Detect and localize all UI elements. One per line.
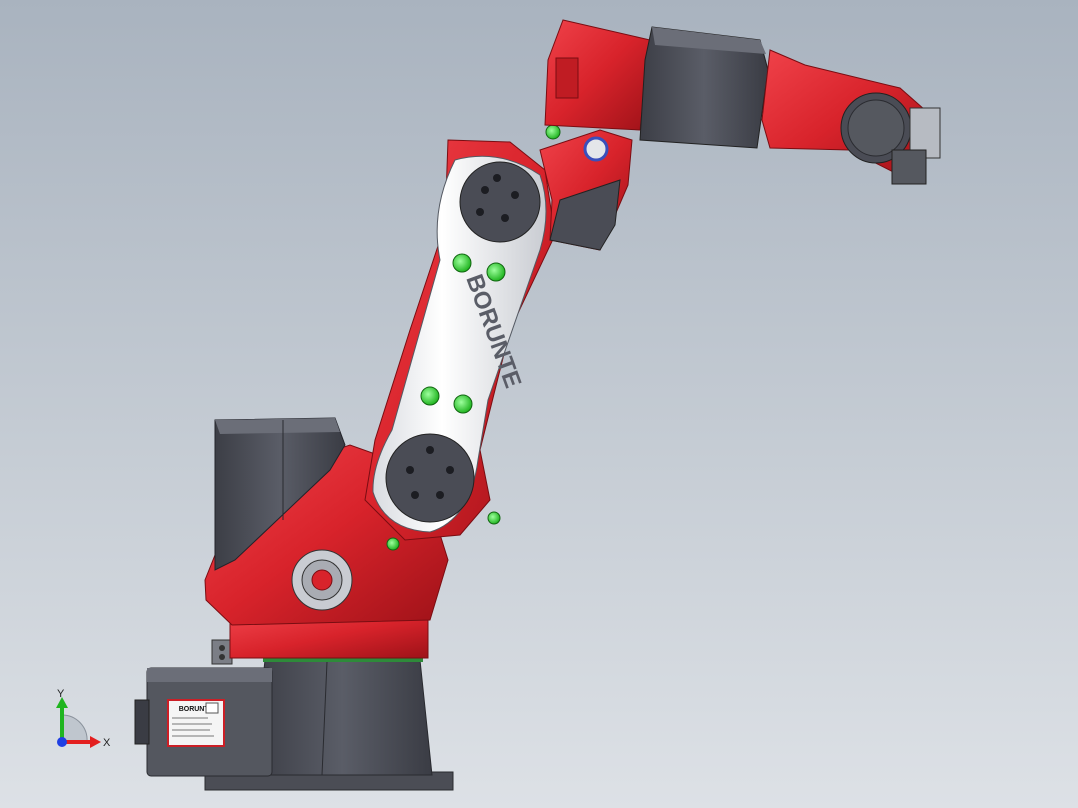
z-axis-dot (57, 737, 67, 747)
robot-upper-arm: BORUNTE (364, 139, 556, 551)
robot-elbow (539, 124, 633, 251)
cad-viewport[interactable]: BORUNTE BORUNTE Y X (0, 0, 1078, 808)
coordinate-triad: Y X (56, 688, 111, 749)
y-axis-label: Y (57, 688, 65, 700)
x-axis-label: X (103, 737, 111, 749)
robot-nameplate: BORUNTE (167, 699, 225, 747)
robot-model-scene[interactable]: BORUNTE BORUNTE Y X (0, 0, 1078, 808)
robot-base: BORUNTE (134, 639, 454, 791)
